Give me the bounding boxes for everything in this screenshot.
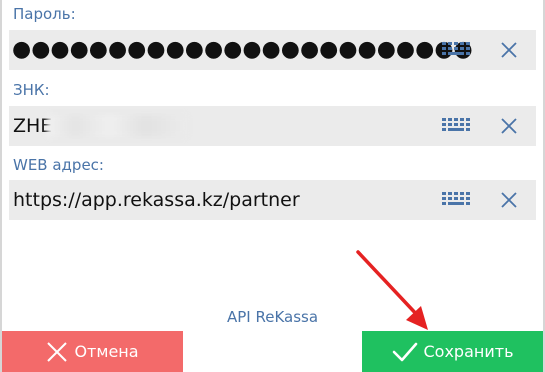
password-value: ●●●●●●●●●●●●●●●●●●●●●●●● xyxy=(12,37,473,62)
clear-icon[interactable] xyxy=(500,191,518,209)
znk-field[interactable]: ZHE xyxy=(9,106,536,146)
keyboard-icon[interactable] xyxy=(442,192,472,208)
redacted-text xyxy=(47,115,187,137)
checkmark-icon xyxy=(392,342,417,361)
cancel-button[interactable]: Отмена xyxy=(2,331,183,372)
cancel-button-label: Отмена xyxy=(74,342,139,361)
save-button-label: Сохранить xyxy=(423,342,514,361)
clear-icon[interactable] xyxy=(500,117,518,135)
clear-icon[interactable] xyxy=(500,41,518,59)
password-label: Пароль: xyxy=(13,5,76,23)
keyboard-icon[interactable] xyxy=(442,42,472,58)
arrow-icon xyxy=(356,250,428,330)
keyboard-icon[interactable] xyxy=(442,118,472,134)
web-address-field[interactable]: https://app.rekassa.kz/partner xyxy=(9,180,536,220)
znk-label: ЗНК: xyxy=(13,81,50,99)
close-icon xyxy=(47,341,68,362)
web-address-label: WEB адрес: xyxy=(13,156,104,174)
web-address-value: https://app.rekassa.kz/partner xyxy=(13,189,300,211)
password-field[interactable]: ●●●●●●●●●●●●●●●●●●●●●●●● xyxy=(9,30,536,70)
save-button[interactable]: Сохранить xyxy=(362,331,543,372)
api-footer-text: API ReKassa xyxy=(226,308,319,326)
